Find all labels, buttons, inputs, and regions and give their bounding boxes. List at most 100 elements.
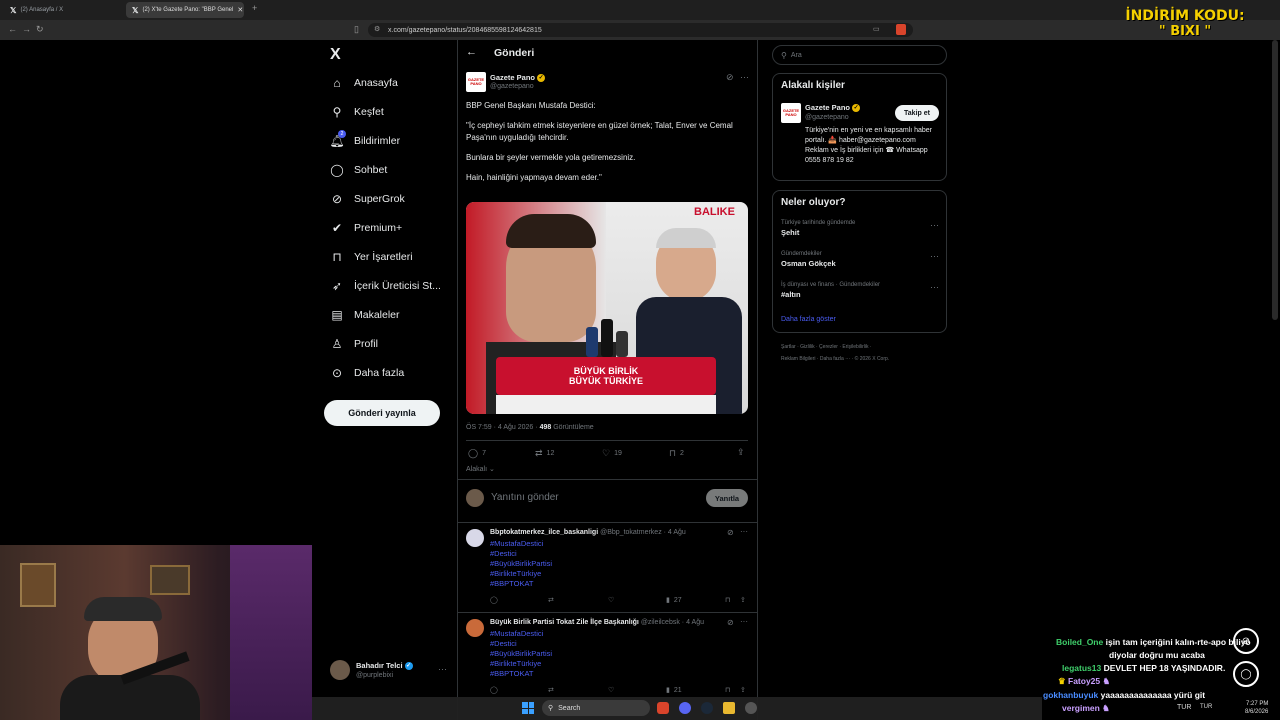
sidebar-item-profile[interactable]: ♙ Profil bbox=[330, 333, 378, 355]
bookmark-action[interactable]: ⊓ bbox=[725, 686, 730, 694]
forward-icon[interactable]: → bbox=[22, 24, 31, 34]
brave-app-icon[interactable] bbox=[657, 702, 669, 714]
views-action[interactable]: ▮ 21 bbox=[666, 686, 682, 695]
repost-action[interactable]: ⇄ bbox=[548, 686, 554, 694]
show-more-link[interactable]: Daha fazla göster bbox=[781, 316, 836, 323]
sidebar-item-explore[interactable]: ⚲ Keşfet bbox=[330, 101, 384, 123]
author-avatar[interactable]: GAZETE PANO bbox=[466, 72, 486, 92]
hashtag-link[interactable]: #BirlikteTürkiye bbox=[490, 569, 552, 579]
hashtag-link[interactable]: #BBPTOKAT bbox=[490, 669, 552, 679]
reply-author[interactable]: Bbptokatmerkez_ilce_baskanligi bbox=[490, 529, 598, 536]
reply-action[interactable]: ◯ 7 bbox=[468, 448, 486, 459]
bookmark-action[interactable]: ⊓ 2 bbox=[669, 448, 684, 459]
follow-button[interactable]: Takip et bbox=[895, 105, 939, 121]
reply-avatar[interactable] bbox=[466, 529, 484, 547]
grok-icon[interactable]: ⊘ bbox=[726, 72, 734, 83]
more-icon[interactable]: ··· bbox=[438, 664, 447, 674]
sidebar-item-chat[interactable]: ◯ Sohbet bbox=[330, 159, 387, 181]
reply-input[interactable]: Yanıtını gönder bbox=[491, 492, 559, 503]
share-action[interactable]: ⇪ bbox=[737, 447, 745, 458]
author-handle[interactable]: @gazetepano bbox=[490, 83, 534, 90]
messages-floating-icon[interactable]: ◯ bbox=[1233, 661, 1259, 687]
repost-action[interactable]: ⇄ bbox=[548, 596, 554, 604]
screen-icon[interactable]: ▭ bbox=[873, 25, 880, 33]
hashtag-link[interactable]: #Destici bbox=[490, 639, 552, 649]
bookmark-page-icon[interactable]: ▯ bbox=[354, 24, 359, 35]
reply-action[interactable]: ◯ bbox=[490, 686, 498, 694]
post-button[interactable]: Gönderi yayınla bbox=[324, 400, 440, 426]
site-info-icon[interactable]: ⚙ bbox=[374, 25, 380, 33]
share-action[interactable]: ⇪ bbox=[740, 596, 746, 604]
hashtag-link[interactable]: #MustafaDestici bbox=[490, 629, 552, 639]
new-tab-icon[interactable]: + bbox=[252, 3, 257, 13]
sidebar-item-premium[interactable]: ✔ Premium+ bbox=[330, 217, 402, 239]
more-icon[interactable]: ··· bbox=[740, 617, 748, 626]
like-action[interactable]: ♡ 19 bbox=[602, 448, 622, 459]
more-icon[interactable]: ··· bbox=[740, 527, 748, 536]
more-icon[interactable]: ··· bbox=[930, 251, 939, 261]
steam-app-icon[interactable] bbox=[701, 702, 713, 714]
person-handle[interactable]: @gazetepano bbox=[805, 114, 849, 121]
reply-handle[interactable]: @zileilcebsk bbox=[641, 619, 680, 626]
hashtag-link[interactable]: #MustafaDestici bbox=[490, 539, 552, 549]
taskbar-search[interactable]: ⚲ Search bbox=[542, 700, 650, 716]
like-action[interactable]: ♡ bbox=[608, 596, 614, 604]
post-image[interactable]: BÜYÜK BİRLİK BÜYÜK TÜRKİYE BALIKE bbox=[466, 202, 748, 414]
back-arrow-icon[interactable]: ← bbox=[466, 46, 477, 58]
repost-action[interactable]: ⇄ 12 bbox=[535, 448, 554, 459]
grok-icon[interactable]: ⊘ bbox=[727, 528, 734, 537]
hashtag-link[interactable]: #BüyükBirlikPartisi bbox=[490, 649, 552, 659]
close-tab-icon[interactable]: ✕ bbox=[237, 6, 243, 14]
sidebar-item-home[interactable]: ⌂ Anasayfa bbox=[330, 72, 397, 94]
back-icon[interactable]: ← bbox=[8, 24, 17, 34]
reply-action[interactable]: ◯ bbox=[490, 596, 498, 604]
url-field[interactable]: ⚙ x.com/gazetepano/status/20846855981246… bbox=[368, 23, 913, 37]
footer-links[interactable]: Reklam Bilgileri · Daha fazla ··· · © 20… bbox=[781, 356, 889, 362]
obs-app-icon[interactable] bbox=[745, 702, 757, 714]
footer-links[interactable]: Şartlar · Gizlilik · Çerezler · Erişileb… bbox=[781, 344, 872, 350]
discord-app-icon[interactable] bbox=[679, 702, 691, 714]
reply-date[interactable]: · 4 Ağu bbox=[664, 529, 686, 536]
more-icon[interactable]: ··· bbox=[740, 72, 749, 82]
sidebar-item-bookmarks[interactable]: ⊓ Yer İşaretleri bbox=[330, 246, 412, 268]
person-avatar[interactable]: GAZETE PANO bbox=[781, 103, 801, 123]
views-action[interactable]: ▮ 27 bbox=[666, 596, 682, 605]
sidebar-item-more[interactable]: ⊙ Daha fazla bbox=[330, 362, 404, 384]
brave-shield-icon[interactable] bbox=[896, 24, 906, 35]
bookmark-action[interactable]: ⊓ bbox=[725, 596, 730, 604]
trend-item[interactable]: İş dünyası ve finans · Gündemdekiler #al… bbox=[781, 282, 939, 304]
language-indicator[interactable]: TUR bbox=[1200, 704, 1212, 710]
grok-icon[interactable]: ⊘ bbox=[727, 618, 734, 627]
x-logo[interactable]: X bbox=[330, 46, 341, 64]
post-time[interactable]: ÖS 7:59 · 4 Ağu 2026 · bbox=[466, 424, 538, 431]
reload-icon[interactable]: ↻ bbox=[36, 24, 44, 35]
more-icon[interactable]: ··· bbox=[930, 282, 939, 292]
share-action[interactable]: ⇪ bbox=[740, 686, 746, 694]
hashtag-link[interactable]: #Destici bbox=[490, 549, 552, 559]
author-name[interactable]: Gazete Pano ✓ bbox=[490, 73, 546, 83]
like-action[interactable]: ♡ bbox=[608, 686, 614, 694]
hashtag-link[interactable]: #BBPTOKAT bbox=[490, 579, 552, 589]
reply-avatar[interactable] bbox=[466, 619, 484, 637]
tab-home[interactable]: 𝕏 (2) Anasayfa / X bbox=[4, 2, 122, 18]
hashtag-link[interactable]: #BüyükBirlikPartisi bbox=[490, 559, 552, 569]
scrollbar[interactable] bbox=[1272, 40, 1278, 320]
sidebar-item-articles[interactable]: ▤ Makaleler bbox=[330, 304, 399, 326]
trend-item[interactable]: Türkiye tarihinde gündemde Şehit ··· bbox=[781, 220, 939, 242]
search-input[interactable]: ⚲ Ara bbox=[772, 45, 947, 65]
sort-replies-dropdown[interactable]: Alakalı ⌄ bbox=[466, 465, 495, 473]
tab-current[interactable]: 𝕏 (2) X'te Gazete Pano: "BBP Genel ✕ bbox=[126, 2, 244, 18]
more-icon[interactable]: ··· bbox=[930, 220, 939, 230]
account-switcher[interactable]: Bahadır Telci ✓ @purplebixi ··· bbox=[330, 660, 450, 682]
reply-handle[interactable]: @Bbp_tokatmerkez bbox=[600, 529, 662, 536]
hashtag-link[interactable]: #BirlikteTürkiye bbox=[490, 659, 552, 669]
person-name[interactable]: Gazete Pano ✓ bbox=[805, 103, 861, 113]
clock[interactable]: 7:27 PM 8/6/2026 bbox=[1245, 700, 1268, 716]
sidebar-item-notifications[interactable]: 🔔︎ 2 Bildirimler bbox=[329, 130, 400, 152]
reply-author[interactable]: Büyük Birlik Partisi Tokat Zile İlçe Baş… bbox=[490, 619, 639, 626]
sidebar-item-supergrok[interactable]: ⊘ SuperGrok bbox=[330, 188, 405, 210]
windows-start-icon[interactable] bbox=[522, 702, 534, 714]
reply-button[interactable]: Yanıtla bbox=[706, 489, 748, 507]
trend-item[interactable]: Gündemdekiler Osman Gökçek ··· bbox=[781, 251, 939, 273]
sidebar-item-creator-studio[interactable]: ➶ İçerik Üreticisi St... bbox=[330, 275, 441, 297]
